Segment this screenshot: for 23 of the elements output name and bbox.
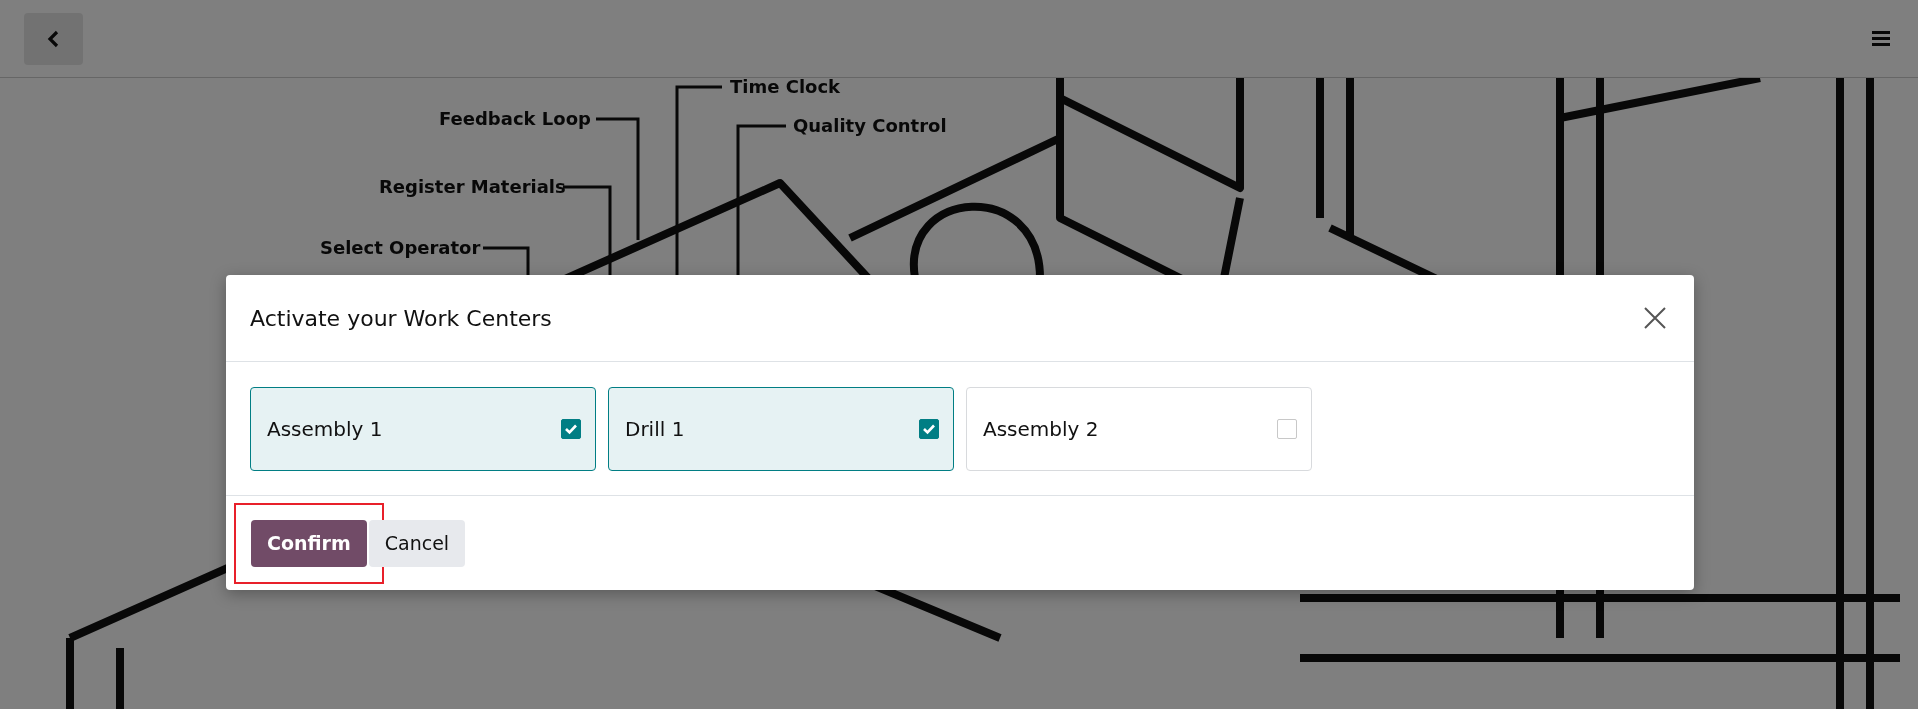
- cancel-button[interactable]: Cancel: [368, 519, 466, 567]
- check-icon: [922, 422, 936, 435]
- callout-label: Quality Control: [793, 114, 947, 137]
- callout-label: Time Clock: [730, 75, 841, 98]
- checkbox[interactable]: [919, 418, 939, 439]
- work-center-label: Assembly 1: [267, 416, 383, 441]
- checkbox[interactable]: [561, 418, 581, 439]
- work-center-label: Drill 1: [625, 416, 685, 441]
- work-center-card[interactable]: Assembly 2: [966, 386, 1312, 471]
- work-center-label: Assembly 2: [983, 416, 1099, 441]
- close-icon: [1644, 307, 1666, 329]
- callout-label: Select Operator: [320, 236, 481, 259]
- callout-label: Feedback Loop: [439, 107, 591, 130]
- dialog-title: Activate your Work Centers: [250, 305, 552, 331]
- menu-icon: [1872, 31, 1890, 46]
- checkbox[interactable]: [1277, 418, 1297, 439]
- work-center-card[interactable]: Drill 1: [608, 386, 954, 471]
- chevron-left-icon: [46, 29, 61, 48]
- confirm-button[interactable]: Confirm: [251, 519, 367, 567]
- work-center-card[interactable]: Assembly 1: [250, 386, 596, 471]
- check-icon: [564, 422, 578, 435]
- back-button[interactable]: [24, 12, 83, 65]
- callout-label: Register Materials: [379, 175, 566, 198]
